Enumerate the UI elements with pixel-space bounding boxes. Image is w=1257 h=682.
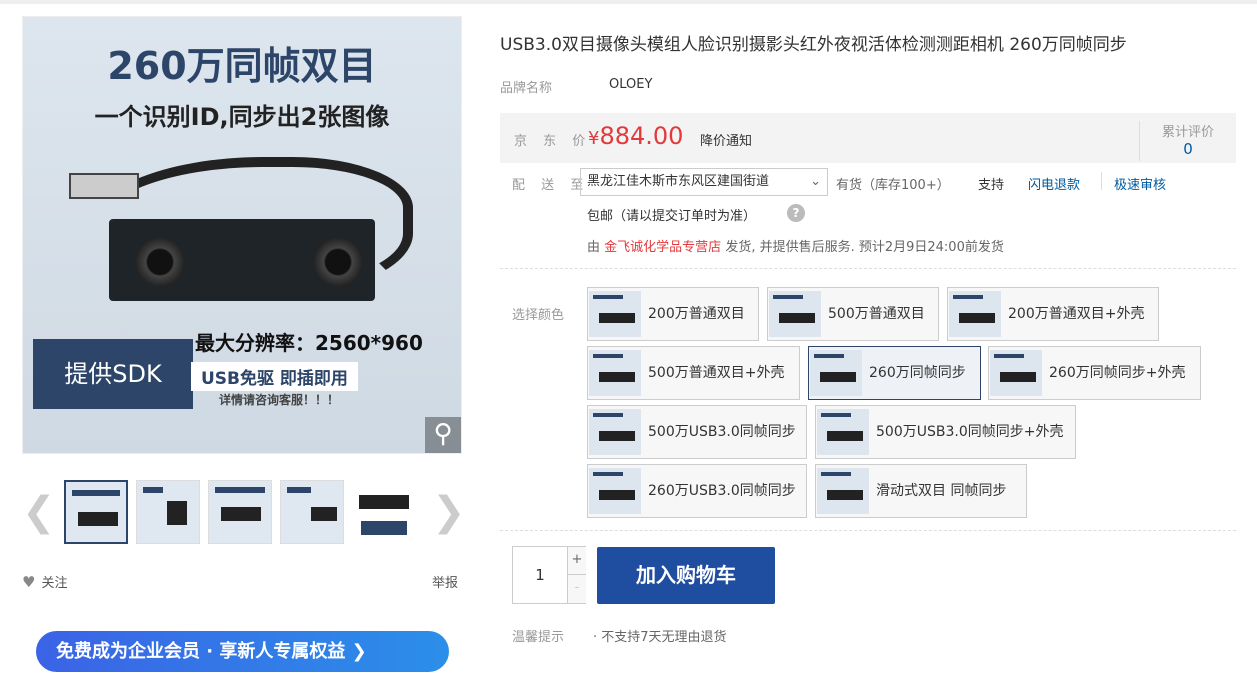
follow-button[interactable]: ♥ 关注 [22,572,67,591]
option-label: 200万普通双目+外壳 [1008,306,1145,322]
ship-prefix: 由 [587,240,601,255]
thumbnail-4[interactable] [280,480,344,544]
option-thumbnail [589,350,641,396]
image-headline: 260万同帧双目 [107,44,377,88]
thumbnail-2[interactable] [136,480,200,544]
price-box: 京 东 价 ¥884.00 降价通知 累计评价 0 [500,113,1236,163]
option-thumbnail [990,350,1042,396]
service-review-link[interactable]: 极速审核 [1114,174,1166,193]
color-option[interactable]: 200万普通双目 [587,287,759,341]
follow-label: 关注 [41,576,68,591]
currency-symbol: ¥ [588,128,600,149]
option-label: 500万普通双目 [828,306,925,322]
section-divider [500,268,1236,269]
review-count[interactable]: 0 [1140,140,1236,158]
color-option[interactable]: 滑动式双目 同帧同步 [815,464,1027,518]
option-label: 500万USB3.0同帧同步 [648,424,796,440]
option-thumbnail [589,468,641,514]
color-option-selected[interactable]: 260万同帧同步 [808,346,981,400]
main-product-image[interactable]: 260万同帧双目 一个识别ID,同步出2张图像 提供SDK 最大分辨率：2560… [22,16,462,454]
price-value: ¥884.00 [588,122,683,150]
question-icon[interactable]: ? [787,204,805,222]
stock-status: 有货（库存100+） [836,178,950,193]
color-option[interactable]: 500万普通双目+外壳 [587,346,800,400]
member-banner[interactable]: 免费成为企业会员 · 享新人专属权益 ❯ [36,631,449,672]
quantity-stepper: + - [512,546,586,604]
review-summary[interactable]: 累计评价 0 [1139,121,1236,161]
price-label: 京 东 价 [514,134,592,149]
shipping-info: 由 金飞诚化学品专营店 发货, 并提供售后服务. 预计2月9日24:00前发货 [587,236,1004,255]
price-amount: 884.00 [599,122,684,150]
color-option[interactable]: 500万USB3.0同帧同步+外壳 [815,405,1076,459]
color-option[interactable]: 260万同帧同步+外壳 [988,346,1201,400]
option-thumbnail [810,350,862,396]
chevron-right-icon: ❯ [351,641,367,662]
color-option[interactable]: 500万USB3.0同帧同步 [587,405,807,459]
color-option[interactable]: 260万USB3.0同帧同步 [587,464,807,518]
address-select[interactable]: 黑龙江佳木斯市东风区建国街道 ⌄ [580,168,828,196]
thumbnail-1[interactable] [64,480,128,544]
zoom-icon[interactable]: ⚲ [425,417,461,453]
option-thumbnail [817,409,869,455]
option-label: 500万普通双目+外壳 [648,365,785,381]
report-link[interactable]: 举报 [432,572,458,591]
thumbnail-5[interactable] [352,480,416,544]
option-label: 260万同帧同步 [869,365,966,381]
option-label: 260万USB3.0同帧同步 [648,483,796,499]
image-consult: 详情请咨询客服！！！ [219,393,340,407]
heart-icon: ♥ [22,573,36,591]
tips-value: · 不支持7天无理由退货 [593,630,727,645]
option-label: 200万普通双目 [648,306,745,322]
member-banner-text: 免费成为企业会员 · 享新人专属权益 [56,641,346,662]
thumbnail-strip: ❮ ❯ [22,480,466,546]
color-option[interactable]: 200万普通双目+外壳 [947,287,1159,341]
top-divider [0,0,1257,4]
quantity-minus-button[interactable]: - [567,575,586,603]
chevron-down-icon: ⌄ [810,174,821,189]
shop-link[interactable]: 金飞诚化学品专营店 [604,240,721,255]
review-label: 累计评价 [1161,125,1214,140]
color-option[interactable]: 500万普通双目 [767,287,939,341]
color-label: 选择颜色 [512,308,565,323]
delivery-label: 配 送 至 [512,178,590,193]
address-value: 黑龙江佳木斯市东风区建国街道 [587,174,770,189]
chevron-right-icon[interactable]: ❯ [432,490,466,534]
section-divider [500,530,1236,531]
image-usb-badge: USB免驱 即插即用 [191,362,358,391]
option-thumbnail [589,291,641,337]
quantity-input[interactable] [513,547,567,603]
chevron-left-icon[interactable]: ❮ [22,490,56,534]
brand-value[interactable]: OLOEY [609,77,652,92]
lens-right-graphic [313,237,363,287]
image-subline: 一个识别ID,同步出2张图像 [94,103,390,131]
option-thumbnail [589,409,641,455]
quantity-plus-button[interactable]: + [567,547,586,575]
thumbnail-3[interactable] [208,480,272,544]
usb-plug-graphic [69,173,139,199]
service-divider [1101,172,1102,190]
image-spec: 最大分辨率：2560*960 [195,331,423,355]
option-thumbnail [817,468,869,514]
image-sdk-badge: 提供SDK [33,339,193,409]
option-thumbnail [769,291,821,337]
brand-label: 品牌名称 [500,81,553,96]
support-label: 支持 [978,178,1005,193]
price-notice-link[interactable]: 降价通知 [700,130,752,149]
lens-left-graphic [135,237,185,287]
service-refund-link[interactable]: 闪电退款 [1028,174,1080,193]
tips-label: 温馨提示 [512,630,565,645]
ship-suffix: 发货, 并提供售后服务. 预计2月9日24:00前发货 [725,240,1004,255]
add-to-cart-button[interactable]: 加入购物车 [597,547,775,604]
option-label: 500万USB3.0同帧同步+外壳 [876,424,1064,440]
option-label: 260万同帧同步+外壳 [1049,365,1186,381]
free-shipping-text: 包邮（请以提交订单时为准） [587,209,757,224]
option-label: 滑动式双目 同帧同步 [876,483,1007,499]
option-thumbnail [949,291,1001,337]
product-title: USB3.0双目摄像头模组人脸识别摄影头红外夜视活体检测测距相机 260万同帧同… [500,35,1127,55]
